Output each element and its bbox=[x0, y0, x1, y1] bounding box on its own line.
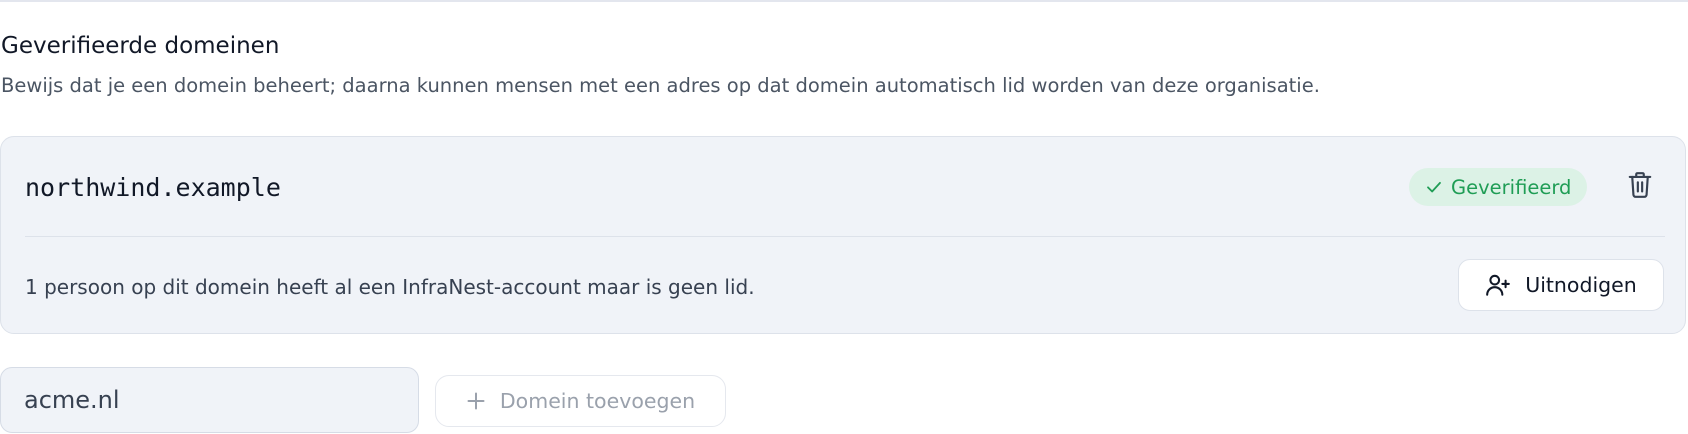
invite-button[interactable]: Uitnodigen bbox=[1458, 259, 1664, 311]
check-icon bbox=[1425, 178, 1443, 196]
status-badge: Geverifieerd bbox=[1409, 168, 1588, 206]
domain-card: northwind.example Geverifieerd 1 persoon… bbox=[0, 136, 1686, 334]
top-divider bbox=[0, 0, 1688, 2]
user-plus-icon bbox=[1485, 272, 1511, 298]
delete-domain-button[interactable] bbox=[1623, 170, 1657, 204]
status-badge-label: Geverifieerd bbox=[1451, 175, 1572, 199]
domain-name: northwind.example bbox=[25, 173, 281, 202]
trash-icon bbox=[1627, 171, 1653, 203]
domain-input[interactable] bbox=[0, 367, 419, 433]
plus-icon bbox=[466, 391, 486, 411]
section-title: Geverifieerde domeinen bbox=[1, 33, 280, 59]
add-domain-button[interactable]: Domein toevoegen bbox=[435, 375, 726, 427]
card-divider bbox=[25, 236, 1665, 237]
add-domain-button-label: Domein toevoegen bbox=[499, 389, 696, 413]
section-description: Bewijs dat je een domein beheert; daarna… bbox=[1, 74, 1320, 97]
invite-button-label: Uitnodigen bbox=[1525, 273, 1637, 297]
unaffiliated-users-notice: 1 persoon op dit domein heeft al een Inf… bbox=[25, 275, 755, 299]
